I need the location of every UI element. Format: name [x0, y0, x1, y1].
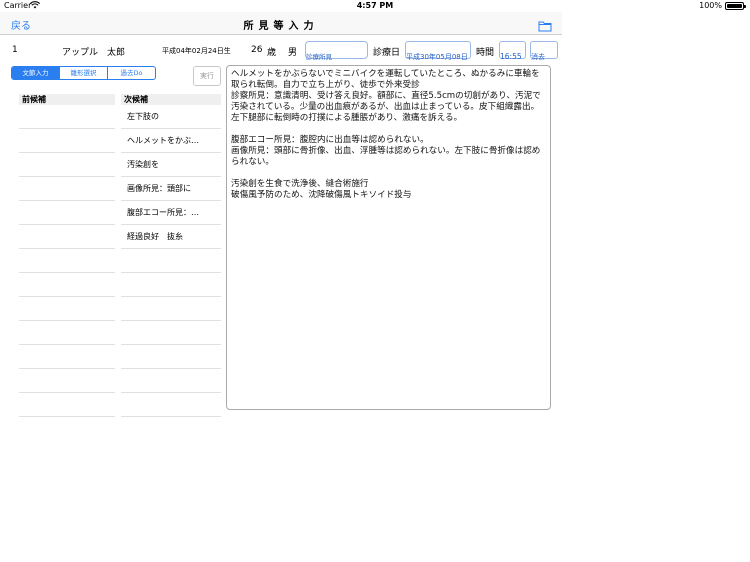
time-value: 16:55 — [500, 52, 522, 61]
patient-dob: 平成04年02月24日生 — [162, 47, 231, 55]
finding-button[interactable]: 診療所見 — [305, 41, 368, 61]
input-mode-segmented-control: 文節入力 雛形選択 過去Do — [11, 66, 156, 80]
list-item[interactable] — [19, 201, 115, 225]
clock: 4:57 PM — [356, 1, 394, 10]
list-item[interactable] — [19, 153, 115, 177]
list-item[interactable] — [19, 273, 115, 297]
next-candidates-list: 次候補 左下肢の ヘルメットをかぶ… 汚染創を 画像所見：頭部に 腹部エコー所見… — [121, 94, 221, 417]
list-item[interactable]: 腹部エコー所見：… — [121, 201, 221, 225]
patient-age: 26 — [251, 45, 263, 55]
list-item[interactable]: 経過良好 抜糸 — [121, 225, 221, 249]
age-unit: 歳 — [267, 48, 277, 58]
status-bar: Carrier 4:57 PM 100% — [0, 0, 750, 12]
time-field[interactable]: 16:55 — [499, 41, 526, 61]
exam-date-label: 診療日 — [373, 48, 401, 58]
segment-past-do[interactable]: 過去Do — [108, 67, 155, 79]
list-item[interactable] — [19, 369, 115, 393]
battery-icon — [725, 2, 746, 10]
list-item[interactable]: 画像所見：頭部に — [121, 177, 221, 201]
list-item[interactable] — [19, 129, 115, 153]
list-item[interactable] — [121, 249, 221, 273]
list-item[interactable] — [121, 273, 221, 297]
list-item[interactable] — [121, 345, 221, 369]
battery-percent: 100% — [699, 1, 722, 10]
list-item[interactable]: ヘルメットをかぶ… — [121, 129, 221, 153]
list-item[interactable] — [19, 345, 115, 369]
list-item[interactable] — [121, 321, 221, 345]
list-item[interactable] — [19, 321, 115, 345]
execute-button[interactable]: 実行 — [193, 66, 221, 86]
prev-candidates-list: 前候補 — [19, 94, 115, 417]
patient-info-row: 1 アップル 太郎 平成04年02月24日生 26 歳 男 診療所見 診療日 平… — [0, 38, 562, 62]
patient-id: 1 — [12, 45, 18, 55]
time-label: 時間 — [476, 48, 495, 58]
nav-bar: 戻る 所見等入力 — [0, 12, 562, 35]
list-item[interactable] — [19, 393, 115, 417]
list-item[interactable] — [121, 393, 221, 417]
prev-candidates-header: 前候補 — [19, 94, 115, 105]
list-item[interactable] — [19, 297, 115, 321]
patient-name: アップル 太郎 — [62, 48, 126, 58]
delete-button[interactable]: 消去 — [530, 41, 558, 61]
next-candidates-header: 次候補 — [121, 94, 221, 105]
list-item[interactable] — [121, 297, 221, 321]
segment-phrase-input[interactable]: 文節入力 — [12, 67, 60, 79]
list-item[interactable] — [19, 249, 115, 273]
folder-icon[interactable] — [538, 17, 552, 32]
exam-date-value: 平成30年05月08日 — [406, 53, 468, 61]
list-item[interactable]: 汚染創を — [121, 153, 221, 177]
segment-template-select[interactable]: 雛形選択 — [60, 67, 108, 79]
delete-button-label: 消去 — [531, 53, 545, 61]
patient-sex: 男 — [288, 48, 298, 58]
list-item[interactable] — [19, 105, 115, 129]
exam-date-field[interactable]: 平成30年05月08日 — [405, 41, 471, 61]
findings-text-area[interactable]: ヘルメットをかぶらないでミニバイクを運転していたところ、ぬかるみに車輪を取られ転… — [226, 65, 551, 410]
list-item[interactable] — [19, 177, 115, 201]
list-item[interactable]: 左下肢の — [121, 105, 221, 129]
finding-button-label: 診療所見 — [306, 53, 332, 61]
list-item[interactable] — [19, 225, 115, 249]
page-title: 所見等入力 — [243, 21, 319, 32]
list-item[interactable] — [121, 369, 221, 393]
